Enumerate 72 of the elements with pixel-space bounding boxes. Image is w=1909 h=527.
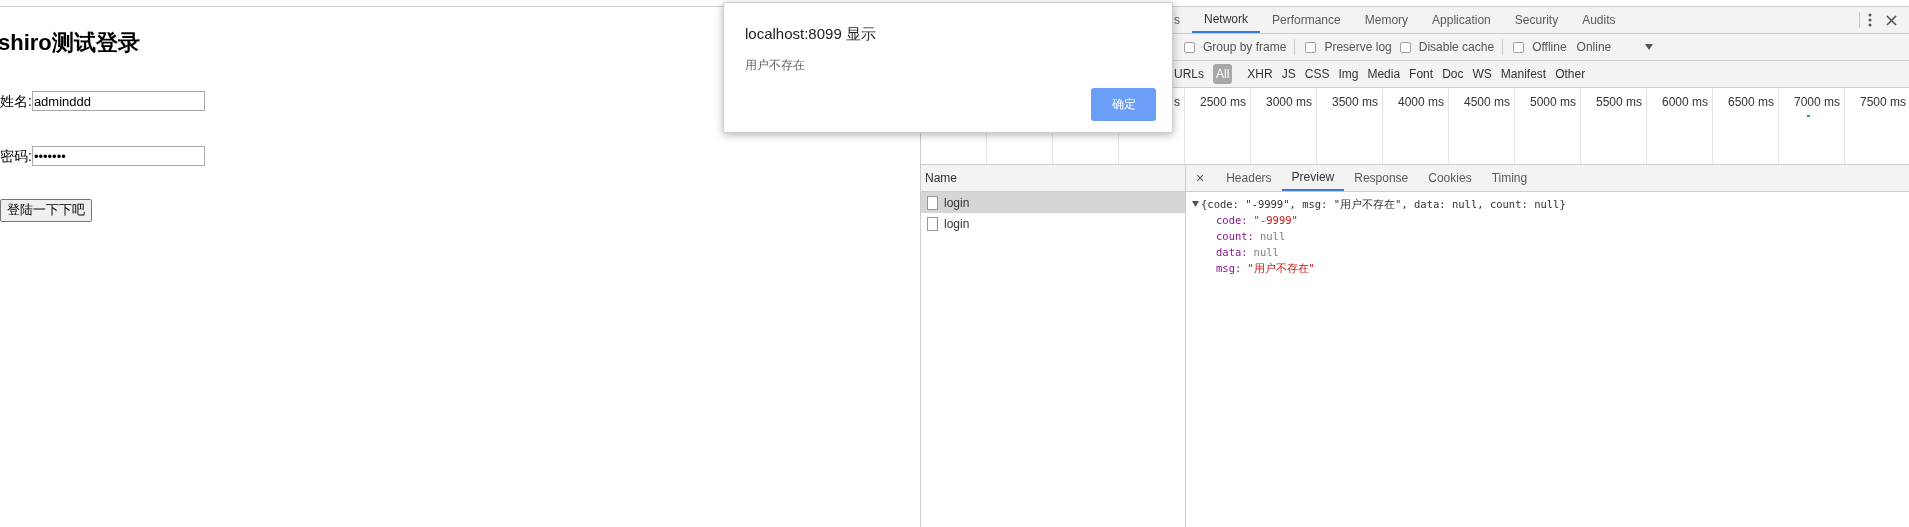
timeline-tick: 5000 ms (1529, 94, 1576, 111)
request-name: login (944, 194, 970, 212)
property-key: code: (1216, 212, 1248, 228)
request-row[interactable]: login (921, 192, 1185, 213)
devtools-tab[interactable]: Audits (1570, 7, 1628, 33)
devtools-tab[interactable]: s (1174, 7, 1192, 33)
property-key: data: (1216, 244, 1248, 260)
option-label: Offline (1532, 39, 1567, 56)
request-name: login (944, 215, 970, 233)
devtools-tab[interactable]: Memory (1352, 7, 1421, 33)
dialog-message: 用户不存在 (745, 56, 806, 74)
preview-summary: {code: "-9999", msg: "用户不存在", data: null, count: null} (1201, 197, 1566, 212)
column-header[interactable]: Name (921, 165, 1185, 192)
submit-button[interactable]: 登陆一下下吧 (0, 198, 92, 222)
detail-tab[interactable]: Response (1344, 165, 1419, 191)
option-checkbox[interactable] (1399, 41, 1411, 53)
option-checkbox[interactable] (1305, 41, 1317, 53)
filter-button[interactable]: Other (1555, 65, 1586, 83)
document-icon (927, 195, 938, 210)
timeline-tick: 4000 ms (1397, 94, 1444, 111)
filter-button[interactable]: CSS (1304, 65, 1330, 83)
detail-tab[interactable]: Timing (1481, 165, 1538, 191)
property-value: "用户不存在" (1247, 261, 1315, 276)
filter-button[interactable]: Media (1367, 65, 1401, 83)
dropdown-caret-icon[interactable] (1644, 44, 1653, 50)
input-field[interactable]: adminddd (31, 91, 205, 111)
property-key: count: (1216, 228, 1254, 244)
filter-button[interactable]: XHR (1247, 65, 1273, 83)
devtools-tab[interactable]: Performance (1260, 7, 1353, 33)
property-value: "-9999" (1253, 213, 1298, 228)
filter-button[interactable]: JS (1281, 65, 1296, 83)
field-label: 密码: (0, 146, 32, 166)
timeline-tick: 6500 ms (1727, 94, 1774, 111)
close-button[interactable]: × (1194, 165, 1207, 191)
close-icon[interactable] (1886, 14, 1897, 26)
devtools-tab[interactable]: Application (1420, 7, 1503, 33)
more-options-icon[interactable] (1868, 13, 1872, 27)
option-label: Disable cache (1418, 39, 1495, 56)
devtools-tab[interactable]: Security (1502, 7, 1571, 33)
timeline-tick: 5500 ms (1595, 94, 1642, 111)
timeline-tick: 3000 ms (1265, 94, 1312, 111)
filter-button[interactable]: Doc (1442, 65, 1464, 83)
timeline-tick: 7000 ms (1793, 94, 1840, 111)
filter-button[interactable]: Manifest (1500, 65, 1547, 83)
throttle-select[interactable]: Online (1576, 38, 1637, 56)
filter-button[interactable]: Font (1409, 65, 1434, 83)
detail-tab[interactable]: Headers (1216, 165, 1282, 191)
detail-tab[interactable]: Preview (1281, 165, 1345, 191)
document-icon (927, 216, 938, 231)
option-checkbox[interactable] (1184, 41, 1195, 53)
timeline-tick: 7500 ms (1859, 94, 1906, 111)
input-field[interactable]: ••••••• (31, 146, 205, 166)
detail-tab[interactable]: Cookies (1418, 165, 1482, 191)
filter-button[interactable]: WS (1472, 65, 1492, 83)
option-label: Group by frame (1203, 39, 1287, 56)
timeline-tick: 4500 ms (1463, 94, 1510, 111)
expanded-triangle-icon[interactable] (1192, 201, 1199, 207)
property-key: msg: (1216, 260, 1242, 276)
option-checkbox[interactable] (1513, 41, 1525, 53)
request-marker-icon (1807, 115, 1810, 117)
timeline-tick: 6000 ms (1661, 94, 1708, 111)
property-value: null (1253, 245, 1279, 260)
timeline-tick: 3500 ms (1331, 94, 1378, 111)
option-label: Preserve log (1324, 39, 1392, 56)
filter-button[interactable]: URLs (1174, 65, 1204, 83)
timeline-tick: 2500 ms (1199, 94, 1246, 111)
request-row[interactable]: login (921, 213, 1185, 234)
field-label: 姓名: (0, 91, 32, 111)
dialog-title: localhost:8099 显示 (745, 24, 877, 44)
timeline-tick: s (1174, 94, 1180, 111)
property-value: null (1259, 229, 1286, 244)
filter-button[interactable]: Img (1338, 65, 1359, 83)
